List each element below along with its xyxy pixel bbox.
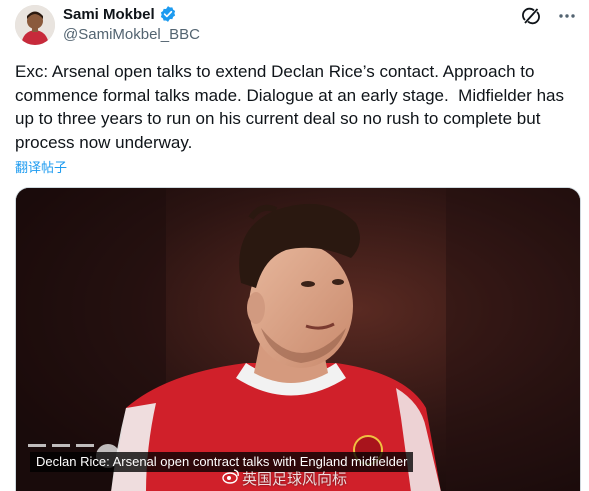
- player-photo: [16, 188, 580, 491]
- watermark-text: 英国足球风向标: [242, 471, 348, 488]
- avatar[interactable]: [15, 5, 55, 45]
- display-name[interactable]: Sami Mokbel: [63, 6, 155, 23]
- grok-icon[interactable]: [521, 6, 541, 26]
- translate-post-link[interactable]: 翻译帖子: [15, 157, 67, 176]
- top-actions: [521, 6, 577, 26]
- tweet-text: Exc: Arsenal open talks to extend Declan…: [15, 62, 569, 152]
- author-handle[interactable]: @SamiMokbel_BBC: [63, 26, 200, 43]
- more-dots-icon[interactable]: [557, 6, 577, 26]
- media-image[interactable]: Declan Rice: Arsenal open contract talks…: [15, 187, 581, 491]
- author-name-row: Sami Mokbel: [63, 5, 177, 23]
- weibo-logo-icon: [222, 468, 240, 484]
- tweet-card: Sami Mokbel @SamiMokbel_BBC Exc: Arsenal: [0, 0, 589, 491]
- verified-badge-icon: [159, 5, 177, 23]
